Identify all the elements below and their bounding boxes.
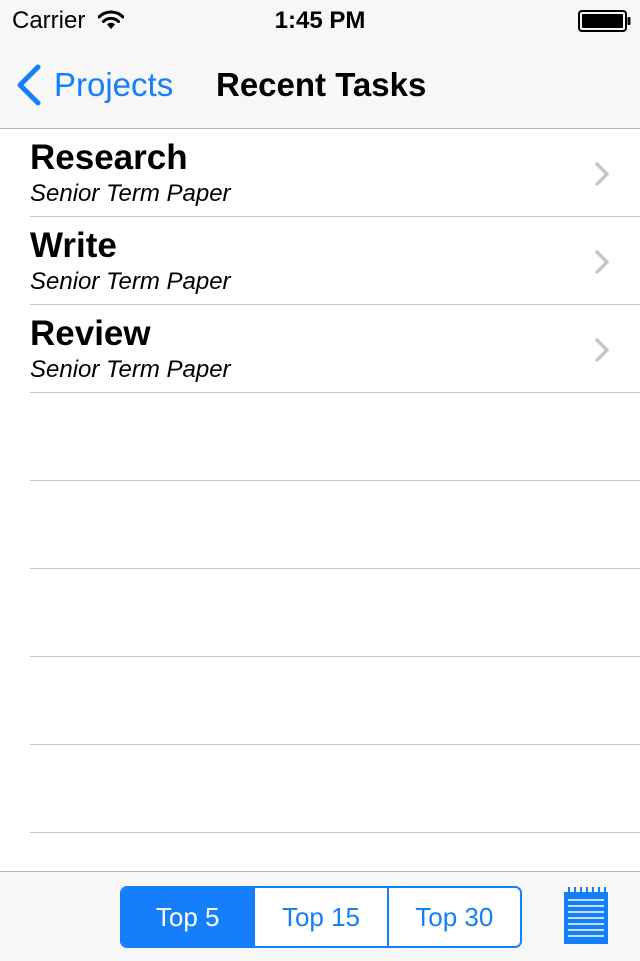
battery-icon — [578, 10, 631, 32]
page-title: Recent Tasks — [216, 66, 427, 103]
bottom-toolbar: Top 5 Top 15 Top 30 — [0, 871, 640, 961]
task-table: Research Senior Term Paper Write Senior … — [0, 129, 640, 833]
status-time: 1:45 PM — [274, 7, 366, 34]
navigation-bar: Projects Recent Tasks — [0, 40, 640, 129]
back-button-label: Projects — [54, 66, 174, 103]
empty-row — [0, 745, 640, 833]
task-title: Research — [30, 138, 188, 177]
status-bar: Carrier 1:45 PM — [0, 0, 640, 40]
task-title: Write — [30, 226, 117, 265]
chevron-right-icon — [595, 250, 609, 274]
empty-row — [0, 569, 640, 657]
chevron-right-icon — [595, 338, 609, 362]
task-row-write[interactable]: Write Senior Term Paper — [0, 217, 640, 305]
task-title: Review — [30, 314, 151, 353]
segment-top-15[interactable]: Top 15 — [253, 888, 387, 946]
task-row-review[interactable]: Review Senior Term Paper — [0, 305, 640, 393]
task-subtitle: Senior Term Paper — [30, 268, 231, 295]
empty-row — [0, 657, 640, 745]
task-subtitle: Senior Term Paper — [30, 180, 231, 207]
segment-top-30[interactable]: Top 30 — [386, 888, 520, 946]
segment-top-5[interactable]: Top 5 — [122, 888, 254, 946]
back-button[interactable]: Projects — [14, 62, 173, 108]
top-count-segmented-control: Top 5 Top 15 Top 30 — [120, 886, 522, 948]
task-row-research[interactable]: Research Senior Term Paper — [0, 129, 640, 217]
chevron-left-icon — [17, 64, 41, 106]
task-subtitle: Senior Term Paper — [30, 356, 231, 383]
chevron-right-icon — [595, 162, 609, 186]
empty-row — [0, 481, 640, 569]
empty-row — [0, 393, 640, 481]
notepad-icon[interactable] — [562, 886, 610, 946]
